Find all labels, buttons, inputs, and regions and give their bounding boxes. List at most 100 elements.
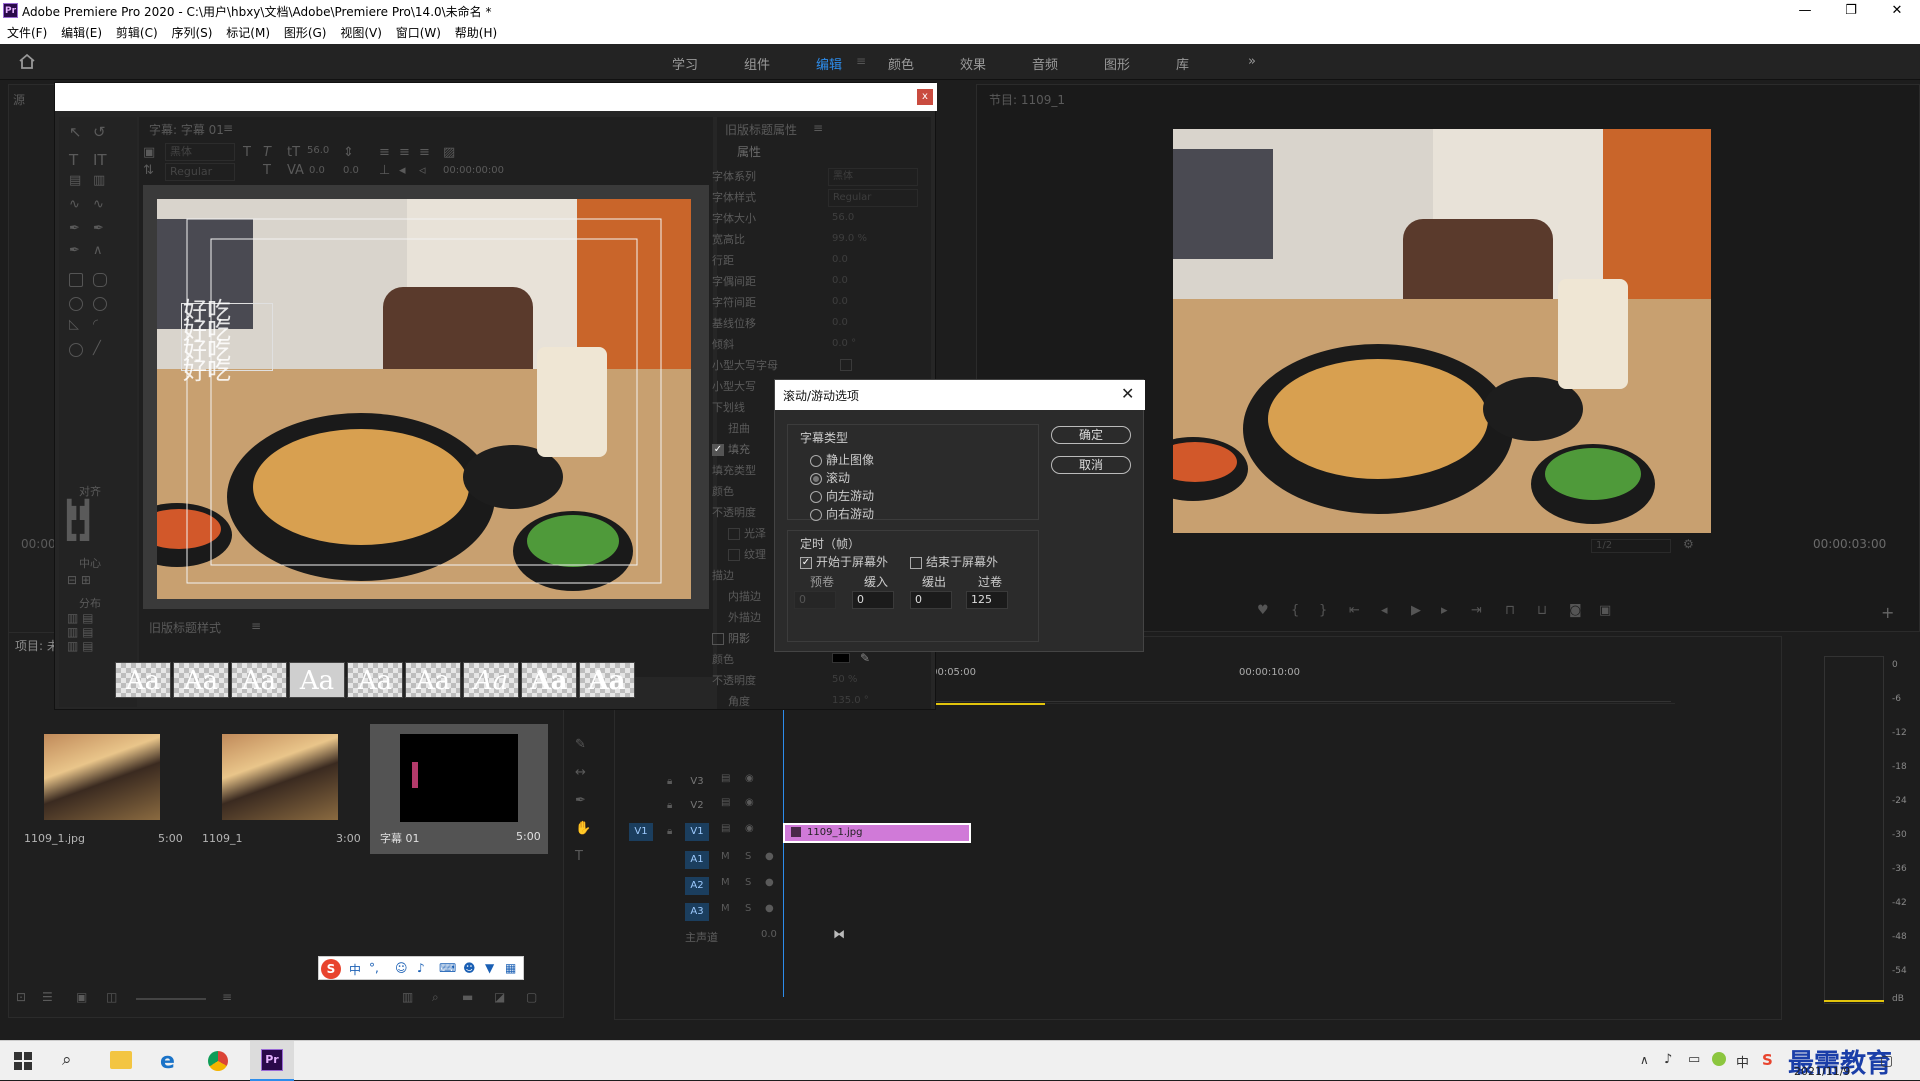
- menu-window[interactable]: 窗口(W): [396, 26, 441, 40]
- sync-lock-icon[interactable]: ▤: [721, 823, 730, 834]
- mark-in-icon[interactable]: {: [1291, 603, 1299, 618]
- project-item-selected[interactable]: 字幕 01 5:00: [370, 724, 548, 854]
- solo-icon[interactable]: S: [745, 877, 751, 888]
- align-right-icon[interactable]: ≡: [419, 145, 430, 160]
- align-left-icon[interactable]: ≡: [379, 145, 390, 160]
- mute-icon[interactable]: M: [721, 877, 730, 888]
- tab-graphics[interactable]: 图形: [1104, 54, 1130, 73]
- home-icon[interactable]: [18, 53, 36, 69]
- title-canvas[interactable]: 好吃 好吃 好吃 好吃: [157, 199, 691, 599]
- workspace-menu-icon[interactable]: ≡: [856, 54, 866, 68]
- track-a2[interactable]: A2: [685, 877, 709, 895]
- property-row[interactable]: 行距 0.0: [712, 252, 922, 273]
- ime-chinese-mode[interactable]: 中: [349, 961, 361, 978]
- track-v3[interactable]: V3: [685, 773, 709, 791]
- style-sample[interactable]: Aa: [405, 662, 461, 698]
- icon-view-icon[interactable]: ▣: [76, 990, 87, 1004]
- tray-chevron-icon[interactable]: ∧: [1640, 1053, 1649, 1067]
- radio-button[interactable]: [810, 490, 822, 503]
- wrench-icon[interactable]: ⚙: [1683, 537, 1694, 551]
- radio-still[interactable]: 静止图像: [810, 451, 874, 468]
- go-to-out-icon[interactable]: ⇥: [1471, 603, 1482, 618]
- show-background-video-icon[interactable]: ▨: [443, 145, 455, 160]
- vertical-area-type-tool-icon[interactable]: ▥: [93, 173, 105, 188]
- edge-icon[interactable]: e: [160, 1049, 175, 1074]
- delete-anchor-tool-icon[interactable]: ✒: [69, 243, 80, 258]
- radio-button-selected[interactable]: [810, 472, 822, 485]
- menu-help[interactable]: 帮助(H): [455, 26, 497, 40]
- mic-icon[interactable]: ●: [765, 877, 774, 888]
- premiere-taskbar-button[interactable]: Pr: [250, 1041, 294, 1081]
- mute-icon[interactable]: M: [721, 903, 730, 914]
- add-button-icon[interactable]: +: [1881, 603, 1894, 622]
- tab-audio[interactable]: 音频: [1032, 54, 1058, 73]
- path-type-tool-icon[interactable]: ∿: [69, 197, 80, 212]
- style-sample[interactable]: Aa: [289, 662, 345, 698]
- property-row[interactable]: 小型大写字母: [712, 357, 922, 378]
- eye-icon[interactable]: ◉: [745, 773, 754, 784]
- ellipse-tool-icon[interactable]: [69, 343, 83, 357]
- menu-clip[interactable]: 剪辑(C): [116, 26, 158, 40]
- property-row[interactable]: 角度 135.0 °: [712, 693, 922, 714]
- solo-icon[interactable]: S: [745, 903, 751, 914]
- radio-button[interactable]: [810, 508, 822, 521]
- italic-icon[interactable]: T: [263, 145, 271, 160]
- tab-assembly[interactable]: 组件: [744, 54, 770, 73]
- start-offscreen-option[interactable]: ✓ 开始于屏幕外: [800, 553, 888, 570]
- project-item[interactable]: 1109_1 3:00: [194, 724, 364, 850]
- property-row[interactable]: 字符间距 0.0: [712, 294, 922, 315]
- sort-icon[interactable]: ≡: [222, 990, 232, 1004]
- trash-icon[interactable]: ▢: [526, 990, 537, 1004]
- mute-icon[interactable]: M: [721, 851, 730, 862]
- ime-punctuation[interactable]: °,: [369, 961, 379, 975]
- start-offscreen-checkbox[interactable]: ✓: [800, 556, 812, 569]
- style-sample[interactable]: Aa: [521, 662, 577, 698]
- properties-menu-icon[interactable]: ≡: [813, 121, 823, 135]
- step-back-icon[interactable]: ◂: [1381, 603, 1388, 618]
- wedge-tool-icon[interactable]: ◺: [69, 317, 79, 332]
- track-a1[interactable]: A1: [685, 851, 709, 869]
- emoji-icon[interactable]: ☺: [395, 961, 408, 975]
- property-row[interactable]: 基线位移 0.0: [712, 315, 922, 336]
- ease-in-field[interactable]: 0: [852, 591, 894, 609]
- radio-roll[interactable]: 滚动: [810, 469, 850, 486]
- track-v1[interactable]: V1: [685, 823, 709, 841]
- mark-out-icon[interactable]: }: [1319, 603, 1327, 618]
- tab-effects[interactable]: 效果: [960, 54, 986, 73]
- minimize-icon[interactable]: —: [1782, 0, 1828, 22]
- menu-marker[interactable]: 标记(M): [226, 26, 270, 40]
- sogou-tray-icon[interactable]: S: [1762, 1051, 1773, 1069]
- titler-timecode[interactable]: 00:00:00:00: [443, 165, 504, 176]
- grid-icon[interactable]: ▦: [505, 961, 516, 975]
- tab-left-icon[interactable]: ◂: [399, 163, 406, 178]
- microphone-icon[interactable]: ♪: [417, 961, 425, 975]
- font-style-select[interactable]: Regular: [165, 163, 235, 181]
- keyboard-icon[interactable]: ⌨: [439, 961, 456, 975]
- style-sample[interactable]: Aa: [231, 662, 287, 698]
- close-icon[interactable]: ✕: [1874, 0, 1920, 22]
- lift-icon[interactable]: ⊓: [1505, 603, 1515, 618]
- skin-icon[interactable]: ▼: [485, 961, 494, 975]
- rounded-corner-rectangle-tool-icon[interactable]: [93, 297, 107, 311]
- source-patch-v1[interactable]: V1: [629, 823, 653, 841]
- vertical-type-tool-icon[interactable]: IT: [93, 151, 107, 169]
- tab-libraries[interactable]: 库: [1176, 54, 1189, 73]
- goto-end-icon[interactable]: ⧓: [833, 927, 845, 941]
- volume-icon[interactable]: ♪: [1664, 1052, 1672, 1067]
- arc-tool-icon[interactable]: ◜: [93, 317, 98, 332]
- property-row[interactable]: 不透明度 50 %: [712, 672, 922, 693]
- network-icon[interactable]: ▭: [1688, 1052, 1700, 1067]
- tab-right-icon[interactable]: ◃: [419, 163, 426, 178]
- eye-icon[interactable]: ◉: [745, 823, 754, 834]
- zoom-slider[interactable]: [136, 998, 206, 1000]
- leading-value[interactable]: 0.0: [343, 165, 359, 176]
- new-title-icon[interactable]: ▣: [143, 145, 155, 160]
- tab-color[interactable]: 颜色: [888, 54, 914, 73]
- new-item-icon[interactable]: ◪: [494, 990, 505, 1004]
- freeform-view-icon[interactable]: ◫: [106, 990, 117, 1004]
- clipped-rectangle-tool-icon[interactable]: [69, 297, 83, 311]
- radio-crawl-left[interactable]: 向左游动: [810, 487, 874, 504]
- tracking-value[interactable]: 0.0: [309, 165, 325, 176]
- style-sample[interactable]: Aa: [347, 662, 403, 698]
- radio-button[interactable]: [810, 454, 822, 467]
